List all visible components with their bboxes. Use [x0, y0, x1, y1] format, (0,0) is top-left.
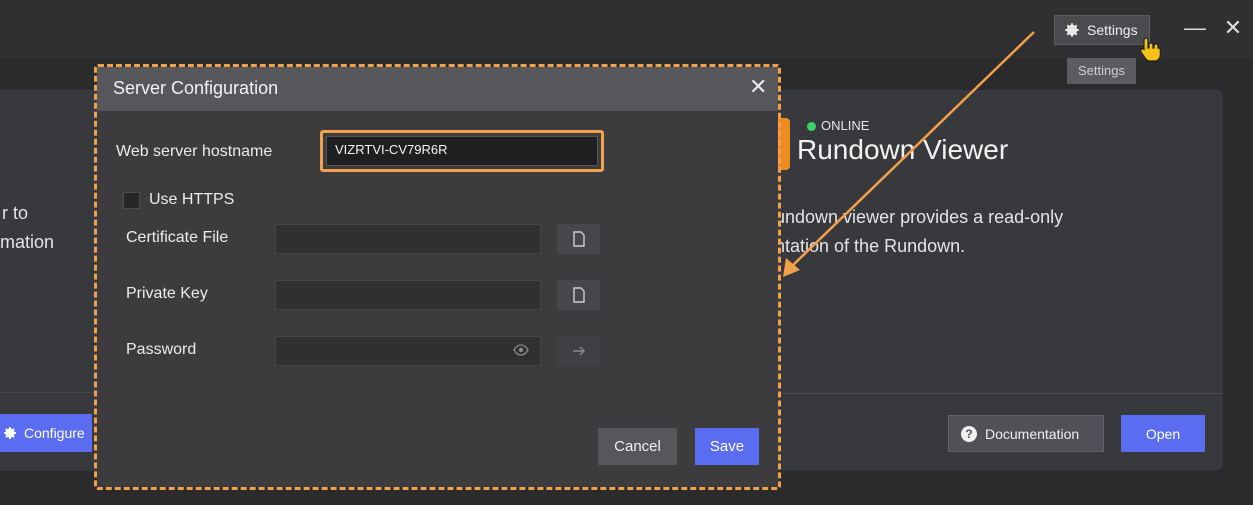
help-icon: ? [961, 425, 977, 442]
documentation-button[interactable]: ? Documentation [948, 415, 1104, 452]
password-submit-button[interactable] [557, 336, 600, 366]
use-https-label: Use HTTPS [149, 191, 235, 208]
browse-certificate-button[interactable] [557, 224, 600, 254]
status-badge: ONLINE [821, 118, 870, 133]
settings-label: Settings [1087, 22, 1138, 38]
app-window: Settings — ✕ Settings r to mation Config… [0, 0, 1253, 505]
card-description: undown viewer provides a read-only ntati… [775, 203, 1063, 261]
browse-private-key-button[interactable] [557, 280, 600, 310]
gear-icon [1065, 23, 1079, 37]
hostname-highlight: VIZRTVI-CV79R6R [320, 130, 604, 172]
eye-icon[interactable] [513, 344, 529, 356]
file-icon [572, 287, 585, 303]
open-button[interactable]: Open [1121, 415, 1205, 452]
card-divider [773, 393, 1223, 394]
cancel-button[interactable]: Cancel [598, 428, 677, 465]
dialog-header: Server Configuration ✕ [97, 67, 778, 111]
certificate-file-input[interactable] [275, 224, 541, 254]
arrow-right-icon [572, 346, 585, 356]
save-button[interactable]: Save [695, 428, 759, 465]
use-https-checkbox[interactable] [123, 192, 140, 209]
close-icon[interactable]: ✕ [1222, 14, 1244, 42]
left-card-desc-line1: r to [2, 203, 29, 223]
settings-tooltip: Settings [1067, 58, 1136, 84]
card-description-line1: undown viewer provides a read-only [775, 207, 1064, 227]
configure-button[interactable]: Configure [0, 414, 92, 452]
hostname-label: Web server hostname [116, 143, 273, 160]
configure-label: Configure [24, 425, 85, 441]
hostname-input[interactable]: VIZRTVI-CV79R6R [326, 136, 598, 166]
hand-cursor-icon [1140, 37, 1161, 62]
private-key-input[interactable] [275, 280, 541, 310]
left-card-desc-line2: mation [0, 232, 55, 252]
settings-button[interactable]: Settings [1054, 15, 1150, 45]
password-label: Password [126, 341, 197, 358]
dialog-title: Server Configuration [113, 78, 279, 98]
password-input[interactable] [275, 336, 541, 366]
file-icon [572, 231, 585, 247]
certificate-file-label: Certificate File [126, 229, 229, 246]
dialog-close-icon[interactable]: ✕ [749, 74, 767, 100]
card-description-line2: ntation of the Rundown. [775, 236, 966, 256]
documentation-label: Documentation [985, 425, 1080, 442]
online-status-dot [807, 122, 816, 131]
gear-icon [4, 427, 16, 439]
private-key-label: Private Key [126, 285, 208, 302]
card-title: Rundown Viewer [797, 134, 1009, 165]
minimize-icon[interactable]: — [1184, 14, 1206, 42]
